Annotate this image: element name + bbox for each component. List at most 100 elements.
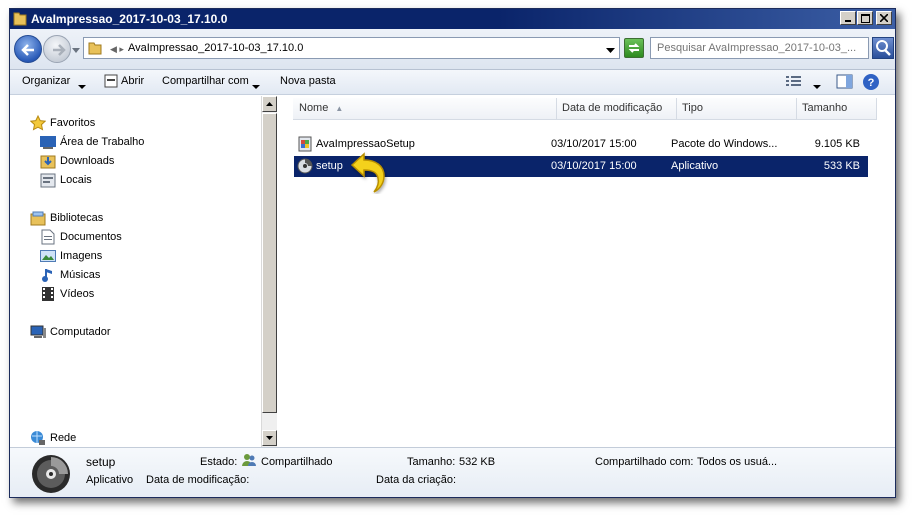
nav-item-label: Vídeos [60, 288, 95, 300]
scroll-down-button[interactable] [262, 430, 277, 446]
title-bar[interactable]: AvaImpressao_2017-10-03_17.10.0 [10, 9, 895, 29]
search-field[interactable] [651, 38, 868, 58]
search-button[interactable] [872, 37, 894, 59]
nav-libraries[interactable]: Bibliotecas [30, 210, 103, 226]
open-button[interactable]: Abrir [121, 75, 144, 87]
nav-item-downloads[interactable]: Downloads [40, 153, 114, 169]
breadcrumb-separator-icon[interactable]: ◀ ▸ [110, 44, 124, 55]
minimize-button[interactable] [840, 11, 856, 25]
details-size-label: Tamanho: [407, 456, 456, 468]
navigation-pane-scrollbar[interactable] [261, 96, 277, 447]
minimize-icon [845, 20, 851, 22]
back-arrow-icon [21, 44, 34, 56]
music-note-icon [40, 267, 56, 283]
scrollbar-thumb[interactable] [262, 113, 277, 413]
file-size: 9.105 KB [814, 138, 860, 150]
setup-cd-icon [297, 158, 313, 174]
details-state-label: Estado: [200, 456, 238, 468]
downloads-folder-icon [40, 153, 56, 169]
nav-item-label: Músicas [60, 269, 101, 281]
pointer-arrow-icon [350, 152, 390, 197]
shared-users-icon [242, 453, 256, 470]
windows-installer-package-icon [297, 136, 313, 152]
nav-libraries-label: Bibliotecas [50, 212, 104, 224]
refresh-button[interactable] [624, 38, 644, 58]
details-shared-with-value: Todos os usuá... [697, 456, 778, 468]
nav-network-label: Rede [50, 432, 77, 444]
chevron-down-icon[interactable] [252, 81, 260, 93]
nav-item-desktop[interactable]: Área de Trabalho [40, 134, 144, 150]
desktop-icon [40, 134, 56, 150]
share-button[interactable]: Compartilhar com [162, 75, 249, 87]
documents-icon [40, 229, 56, 245]
recent-pages-dropdown[interactable] [72, 45, 80, 57]
nav-item-label: Área de Trabalho [60, 136, 145, 148]
chevron-down-icon[interactable] [813, 81, 821, 93]
nav-network[interactable]: Rede [30, 430, 76, 446]
view-options-icon[interactable] [785, 73, 803, 92]
pictures-icon [40, 248, 56, 264]
star-icon [30, 115, 46, 131]
address-history-dropdown[interactable] [606, 45, 615, 57]
nav-item-videos[interactable]: Vídeos [40, 286, 94, 302]
svg-text:?: ? [868, 77, 875, 89]
preview-pane-icon[interactable] [836, 73, 854, 94]
column-header-type[interactable]: Tipo [677, 98, 797, 120]
new-folder-button[interactable]: Nova pasta [280, 75, 336, 87]
close-button[interactable] [876, 11, 892, 25]
explorer-window: AvaImpressao_2017-10-03_17.10.0 ◀ ▸ AvaI… [9, 8, 896, 498]
chevron-down-icon[interactable] [78, 81, 86, 93]
scroll-up-button[interactable] [262, 96, 277, 112]
column-header-modified[interactable]: Data de modificação [557, 98, 677, 120]
nav-item-label: Documentos [60, 231, 122, 243]
navigation-bar: ◀ ▸ AvaImpressao_2017-10-03_17.10.0 [10, 29, 895, 70]
nav-item-documents[interactable]: Documentos [40, 229, 122, 245]
file-modified: 03/10/2017 15:00 [551, 138, 637, 150]
column-headers: Nome ▲ Data de modificação Tipo Tamanho [283, 98, 883, 120]
forward-arrow-icon [53, 44, 66, 56]
help-icon[interactable]: ? [862, 73, 880, 94]
nav-favorites[interactable]: Favoritos [30, 115, 95, 131]
recent-places-icon [40, 172, 56, 188]
details-pane: setup Aplicativo Data de modificação: Es… [10, 447, 895, 497]
details-file-type: Aplicativo [86, 474, 134, 486]
column-header-name-label: Nome [299, 102, 329, 114]
nav-computer[interactable]: Computador [30, 324, 111, 340]
nav-item-label: Locais [60, 174, 92, 186]
navigation-pane: Favoritos Área de Trabalho Downloads Loc… [10, 96, 277, 447]
folder-icon [88, 41, 102, 58]
network-icon [30, 430, 46, 446]
nav-item-recent-places[interactable]: Locais [40, 172, 92, 188]
column-header-name[interactable]: Nome ▲ [293, 98, 557, 120]
organize-button[interactable]: Organizar [22, 75, 70, 87]
file-modified: 03/10/2017 15:00 [551, 160, 637, 172]
folder-icon [13, 11, 27, 29]
nav-item-label: Imagens [60, 250, 103, 262]
nav-favorites-label: Favoritos [50, 117, 96, 129]
maximize-button[interactable] [857, 11, 873, 25]
details-modified-label: Data de modificação: [146, 474, 250, 486]
details-shared-with-label: Compartilhado com: [595, 456, 694, 468]
file-name: AvaImpressaoSetup [316, 138, 415, 150]
details-created-label: Data da criação: [376, 474, 457, 486]
column-header-size[interactable]: Tamanho [797, 98, 877, 120]
back-button[interactable] [14, 35, 42, 63]
details-size-value: 532 KB [459, 456, 496, 468]
scroll-up-arrow-icon [266, 102, 273, 106]
search-icon [876, 40, 891, 56]
nav-item-pictures[interactable]: Imagens [40, 248, 102, 264]
search-input[interactable] [650, 37, 869, 59]
refresh-icon [628, 43, 640, 53]
nav-item-label: Downloads [60, 155, 115, 167]
close-icon [880, 14, 888, 22]
file-list-pane: Nome ▲ Data de modificação Tipo Tamanho … [279, 96, 895, 447]
scroll-down-arrow-icon [266, 436, 273, 440]
chevron-down-icon [72, 48, 80, 53]
address-bar[interactable]: ◀ ▸ AvaImpressao_2017-10-03_17.10.0 [83, 37, 620, 59]
nav-item-music[interactable]: Músicas [40, 267, 100, 283]
breadcrumb-path[interactable]: AvaImpressao_2017-10-03_17.10.0 [128, 42, 303, 54]
maximize-icon [860, 13, 870, 23]
forward-button[interactable] [43, 35, 71, 63]
file-type: Pacote do Windows... [671, 138, 778, 150]
file-name: setup [316, 160, 343, 172]
